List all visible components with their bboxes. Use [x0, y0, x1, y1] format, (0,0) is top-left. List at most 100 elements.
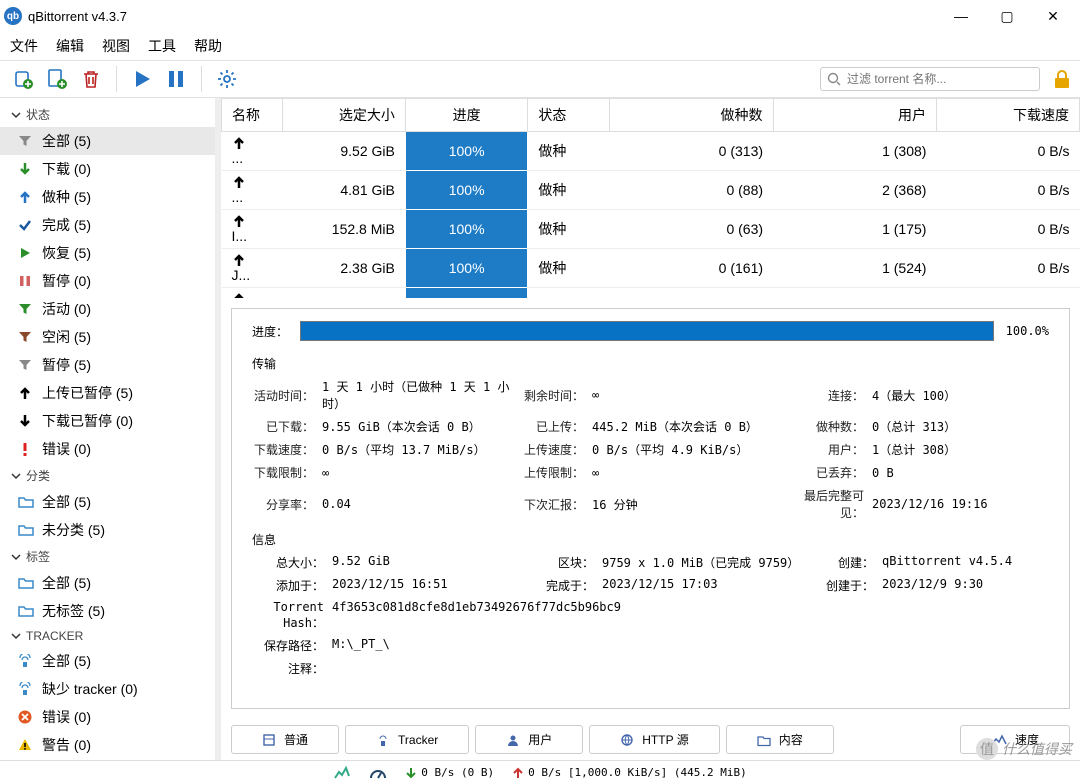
- menu-edit[interactable]: 编辑: [56, 36, 84, 56]
- close-button[interactable]: ✕: [1030, 0, 1076, 32]
- val-next: 16 分钟: [592, 496, 792, 513]
- sidebar-item[interactable]: 全部 (5): [0, 127, 215, 155]
- detail-tab-2[interactable]: 用户: [475, 725, 583, 754]
- val-dl: 9.55 GiB（本次会话 0 B）: [322, 418, 522, 435]
- tracker-icon: [18, 682, 34, 696]
- sidebar-item[interactable]: 暂停 (5): [0, 351, 215, 379]
- table-row[interactable]: ... 4.81 GiB 100% 做种 0 (88) 2 (368) 0 B/…: [222, 171, 1080, 210]
- ul-status[interactable]: 0 B/s [1,000.0 KiB/s] (445.2 MiB): [512, 766, 747, 779]
- sidebar-item[interactable]: 无标签 (5): [0, 597, 215, 625]
- sidebar-header-states[interactable]: 状态: [0, 102, 215, 127]
- table-row[interactable]: ... 9.52 GiB 100% 做种 0 (313) 1 (308) 0 B…: [222, 132, 1080, 171]
- delete-button[interactable]: [76, 64, 106, 94]
- statusbar: 0 B/s (0 B) 0 B/s [1,000.0 KiB/s] (445.2…: [0, 760, 1080, 784]
- menu-help[interactable]: 帮助: [194, 36, 222, 56]
- sidebar-item[interactable]: 空闲 (5): [0, 323, 215, 351]
- lbl-ratio: 分享率：: [252, 496, 322, 513]
- sidebar-item[interactable]: 未分类 (5): [0, 516, 215, 544]
- folder-icon: [18, 576, 34, 590]
- sidebar-item[interactable]: 全部 (5): [0, 647, 215, 675]
- minimize-button[interactable]: —: [938, 0, 984, 32]
- down-icon: [18, 414, 34, 428]
- val-uplim: ∞: [592, 466, 792, 480]
- detail-tab-1[interactable]: Tracker: [345, 725, 469, 754]
- add-file-button[interactable]: [42, 64, 72, 94]
- sidebar-header-cats[interactable]: 分类: [0, 463, 215, 488]
- lbl-pieces: 区块：: [532, 554, 602, 571]
- sidebar-item[interactable]: 上传已暂停 (5): [0, 379, 215, 407]
- add-link-button[interactable]: [8, 64, 38, 94]
- progress-pct: 100.0%: [1006, 324, 1049, 338]
- table-row[interactable]: ... 26.13 GiB 100% 做种 0 (47) 2 (77) 0 B/…: [222, 288, 1080, 299]
- sidebar-header-trackers[interactable]: TRACKER: [0, 625, 215, 647]
- filter-icon: [18, 330, 34, 344]
- detail-panel: 进度： 100.0% 传输 活动时间：1 天 1 小时（已做种 1 天 1 小时…: [231, 308, 1070, 709]
- detail-tab-3[interactable]: HTTP 源: [589, 725, 719, 754]
- sidebar-item[interactable]: 做种 (5): [0, 183, 215, 211]
- val-creator: qBittorrent v4.5.4: [882, 554, 1049, 571]
- lbl-dllim: 下载限制：: [252, 464, 322, 481]
- column-header[interactable]: 名称: [222, 99, 283, 132]
- column-header[interactable]: 用户: [773, 99, 936, 132]
- tracker-icon: [18, 654, 34, 668]
- connection-icon[interactable]: [333, 766, 351, 780]
- column-header[interactable]: 做种数: [610, 99, 773, 132]
- detail-tab-0[interactable]: 普通: [231, 725, 339, 754]
- menu-file[interactable]: 文件: [10, 36, 38, 56]
- sidebar-item-label: 恢复 (5): [42, 243, 91, 263]
- lbl-uplim: 上传限制：: [522, 464, 592, 481]
- val-lastseen: 2023/12/16 19:16: [872, 497, 1049, 511]
- menubar: 文件 编辑 视图 工具 帮助: [0, 32, 1080, 60]
- sidebar-item[interactable]: 完成 (5): [0, 211, 215, 239]
- sidebar-item-label: 错误 (0): [42, 439, 91, 459]
- sidebar-item-label: 全部 (5): [42, 651, 91, 671]
- lock-icon[interactable]: [1052, 69, 1072, 89]
- lbl-lastseen: 最后完整可见：: [792, 487, 872, 521]
- column-header[interactable]: 下载速度: [936, 99, 1079, 132]
- separator: [116, 66, 117, 92]
- sidebar-item[interactable]: 缺少 tracker (0): [0, 675, 215, 703]
- sidebar-item[interactable]: 错误 (0): [0, 703, 215, 731]
- folder-icon: [18, 495, 34, 509]
- filter-icon: [18, 134, 34, 148]
- toolbar: [0, 60, 1080, 98]
- speedometer-icon[interactable]: [369, 766, 387, 780]
- up-icon: [232, 253, 273, 267]
- sidebar-item[interactable]: 下载已暂停 (0): [0, 407, 215, 435]
- menu-tools[interactable]: 工具: [148, 36, 176, 56]
- sidebar-item[interactable]: 暂停 (0): [0, 267, 215, 295]
- val-upspd: 0 B/s（平均 4.9 KiB/s）: [592, 441, 792, 458]
- menu-view[interactable]: 视图: [102, 36, 130, 56]
- maximize-button[interactable]: ▢: [984, 0, 1030, 32]
- lbl-up: 已上传：: [522, 418, 592, 435]
- pause-button[interactable]: [161, 64, 191, 94]
- column-header[interactable]: 进度: [405, 99, 528, 132]
- sidebar-item[interactable]: 警告 (0): [0, 731, 215, 759]
- val-up: 445.2 MiB（本次会话 0 B）: [592, 418, 792, 435]
- table-row[interactable]: I... 152.8 MiB 100% 做种 0 (63) 1 (175) 0 …: [222, 210, 1080, 249]
- sidebar-header-tags[interactable]: 标签: [0, 544, 215, 569]
- sidebar-item-label: 错误 (0): [42, 707, 91, 727]
- val-added: 2023/12/15 16:51: [332, 577, 532, 594]
- settings-button[interactable]: [212, 64, 242, 94]
- lbl-totsize: 总大小：: [252, 554, 332, 571]
- resume-button[interactable]: [127, 64, 157, 94]
- lbl-next: 下次汇报：: [522, 496, 592, 513]
- val-totsize: 9.52 GiB: [332, 554, 532, 571]
- sidebar-item[interactable]: 错误 (0): [0, 435, 215, 463]
- sidebar-item[interactable]: 全部 (5): [0, 569, 215, 597]
- sidebar-item[interactable]: 活动 (0): [0, 295, 215, 323]
- warn-icon: [18, 738, 34, 752]
- table-row[interactable]: J... 2.38 GiB 100% 做种 0 (161) 1 (524) 0 …: [222, 249, 1080, 288]
- search-input[interactable]: [847, 72, 1033, 86]
- search-box[interactable]: [820, 67, 1040, 91]
- sidebar-item[interactable]: 下载 (0): [0, 155, 215, 183]
- lbl-created: 创建于：: [822, 577, 882, 594]
- dl-status[interactable]: 0 B/s (0 B): [405, 766, 494, 779]
- sidebar-item[interactable]: 全部 (5): [0, 488, 215, 516]
- column-header[interactable]: 状态: [528, 99, 610, 132]
- detail-tab-4[interactable]: 内容: [726, 725, 834, 754]
- column-header[interactable]: 选定大小: [283, 99, 406, 132]
- sidebar-item[interactable]: 恢复 (5): [0, 239, 215, 267]
- lbl-upspd: 上传速度：: [522, 441, 592, 458]
